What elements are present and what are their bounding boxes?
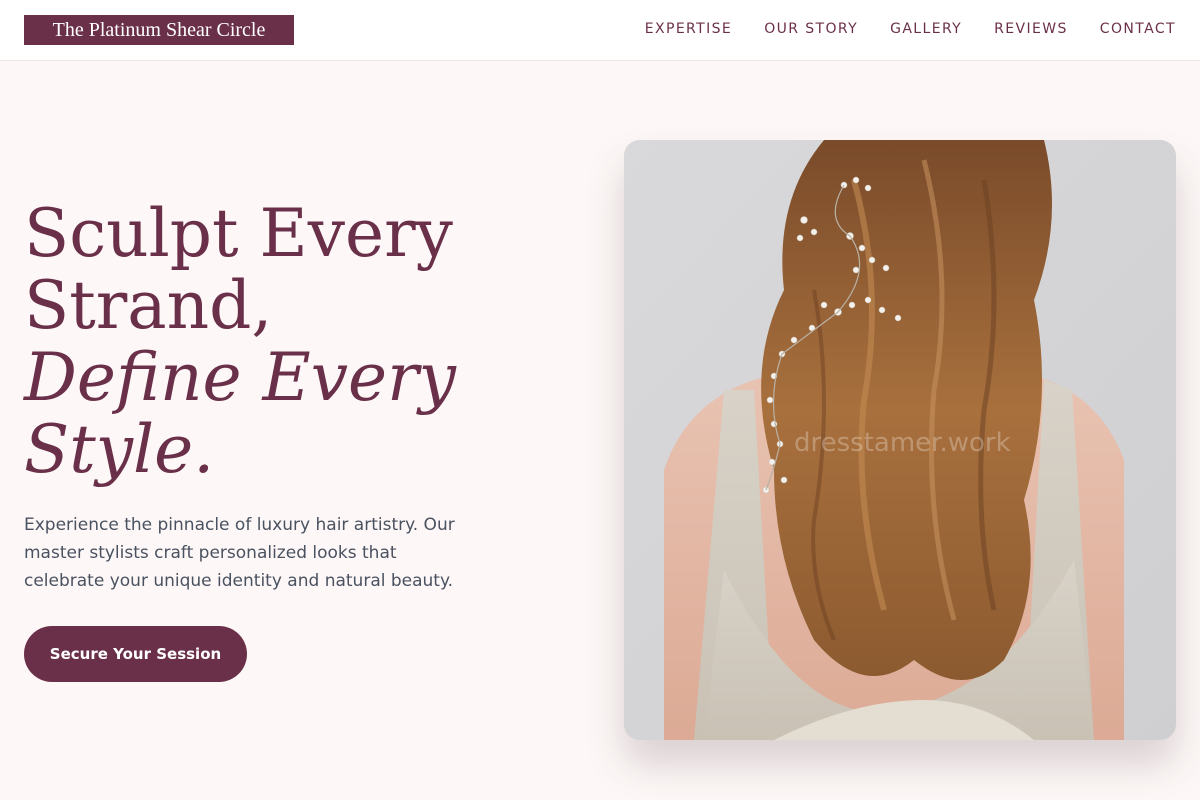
brand-logo[interactable]: The Platinum Shear Circle [24, 15, 294, 45]
headline-line-1: Sculpt Every [24, 195, 453, 272]
nav-link-contact[interactable]: CONTACT [1100, 21, 1176, 37]
nav-link-our-story[interactable]: OUR STORY [764, 21, 858, 37]
image-watermark: dresstamer.work [794, 428, 1011, 458]
nav-link-expertise[interactable]: EXPERTISE [645, 21, 732, 37]
main-nav: EXPERTISE OUR STORY GALLERY REVIEWS CONT… [645, 0, 1176, 58]
nav-link-reviews[interactable]: REVIEWS [994, 21, 1068, 37]
secure-session-button[interactable]: Secure Your Session [24, 626, 247, 682]
hero-headline: Sculpt Every Strand, Define Every Style. [24, 198, 544, 486]
nav-link-gallery[interactable]: GALLERY [890, 21, 962, 37]
hero-image: dresstamer.work [624, 140, 1176, 740]
headline-line-3: Define Every [24, 339, 456, 416]
top-navbar: The Platinum Shear Circle EXPERTISE OUR … [0, 0, 1200, 61]
hero-description: Experience the pinnacle of luxury hair a… [24, 515, 455, 591]
headline-line-2: Strand, [24, 267, 273, 344]
headline-line-4: Style. [24, 411, 215, 488]
